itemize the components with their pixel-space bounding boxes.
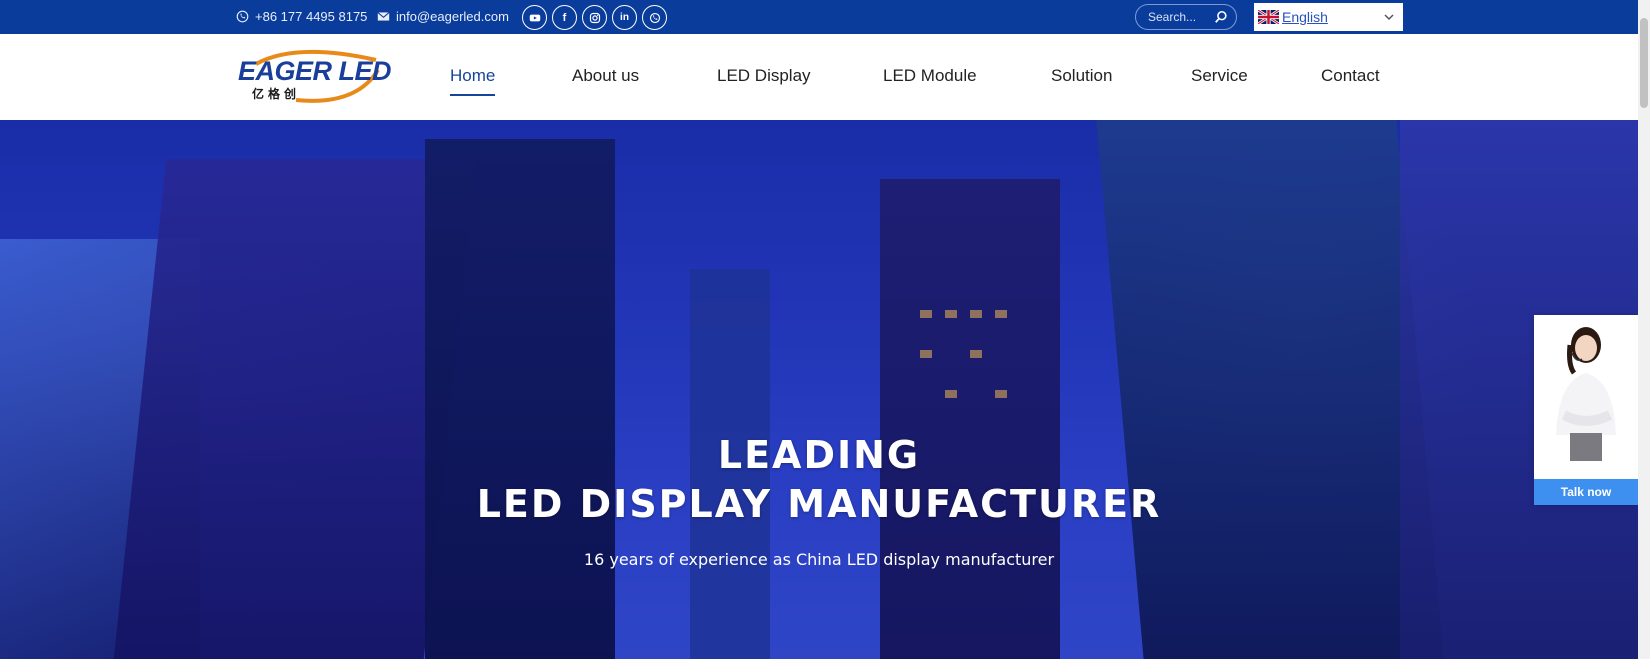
linkedin-icon[interactable]: in [612,5,637,30]
hero-banner: LEADING LED DISPLAY MANUFACTURER 16 year… [0,120,1638,659]
live-chat-widget[interactable]: Talk now [1534,315,1638,505]
hero-title-line2: LED DISPLAY MANUFACTURER [476,482,1162,526]
email-address: info@eagerled.com [396,9,509,24]
instagram-icon[interactable] [582,5,607,30]
nav-solution[interactable]: Solution [1051,66,1112,86]
email-contact[interactable]: info@eagerled.com [377,9,509,24]
nav-service[interactable]: Service [1191,66,1248,86]
support-agent-avatar [1534,315,1638,479]
search-input[interactable] [1148,10,1214,24]
search-icon[interactable] [1214,9,1228,25]
language-selector[interactable]: English [1254,3,1403,31]
hero-subtitle: 16 years of experience as China LED disp… [583,550,1055,569]
phone-contact[interactable]: +86 177 4495 8175 [236,9,367,24]
logo-text: EAGER LED [238,56,392,86]
nav-home[interactable]: Home [450,66,496,96]
youtube-icon[interactable] [522,5,547,30]
logo-chinese-text: 亿格创 [252,87,301,101]
main-header: EAGER LED 亿格创 Home About us LED Display … [0,34,1650,120]
whatsapp-icon[interactable] [642,5,667,30]
site-logo[interactable]: EAGER LED 亿格创 [236,48,392,104]
page-scrollbar[interactable] [1638,0,1650,659]
uk-flag-icon [1258,10,1279,24]
scrollbar-thumb[interactable] [1640,18,1648,108]
facebook-icon[interactable]: f [552,5,577,30]
nav-contact[interactable]: Contact [1321,66,1380,86]
nav-about-us[interactable]: About us [572,66,639,86]
language-label: English [1282,9,1328,25]
top-bar: +86 177 4495 8175 info@eagerled.com f in… [0,0,1650,34]
nav-led-display[interactable]: LED Display [717,66,811,86]
whatsapp-small-icon [236,10,249,23]
nav-led-module[interactable]: LED Module [883,66,977,86]
mail-icon [377,12,390,21]
social-links: f in [522,5,667,30]
talk-now-button[interactable]: Talk now [1534,479,1638,505]
search-box [1135,4,1237,30]
chevron-down-icon [1384,14,1394,21]
phone-number: +86 177 4495 8175 [255,9,368,24]
hero-title-line1: LEADING [717,433,921,477]
